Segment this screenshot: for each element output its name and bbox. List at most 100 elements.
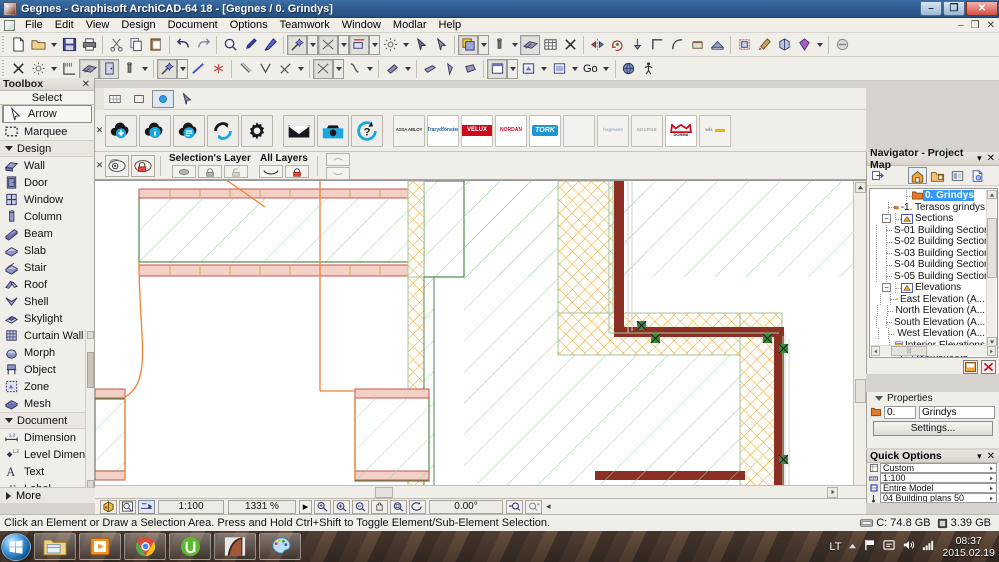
- zoom-value-field[interactable]: 1331 %: [228, 499, 296, 514]
- navigator-tree[interactable]: 0. Grindys -1. Terasos grindys − Section…: [869, 188, 998, 358]
- drawing-canvas[interactable]: [95, 180, 866, 498]
- line-tool-button[interactable]: [188, 59, 208, 79]
- story-settings-button[interactable]: Settings...: [873, 421, 993, 436]
- open-project-caret[interactable]: [48, 35, 59, 55]
- delete-story-button[interactable]: [981, 360, 996, 374]
- taskbar-utorrent[interactable]: [169, 533, 211, 560]
- all-layers-lock-button[interactable]: [284, 165, 309, 178]
- grid-tool-button[interactable]: [540, 35, 560, 55]
- highlight-tab-button[interactable]: [152, 89, 174, 108]
- gem-caret[interactable]: [814, 35, 825, 55]
- wedge-2-button[interactable]: [440, 59, 460, 79]
- taskbar-paint[interactable]: [259, 533, 301, 560]
- menu-item-view[interactable]: View: [80, 18, 116, 32]
- toolbox-item-morph[interactable]: Morph: [0, 344, 94, 361]
- selection-unlock-button[interactable]: [223, 165, 248, 178]
- open-view-button[interactable]: [487, 58, 507, 79]
- layer-lock-button[interactable]: [131, 154, 155, 177]
- toolbox-item-zone[interactable]: Zone: [0, 378, 94, 395]
- brand-logo-assa-abloy[interactable]: ASSA ABLOY: [393, 114, 425, 147]
- elevate-2-caret[interactable]: [139, 59, 150, 79]
- tree-item-s01[interactable]: S-01 Building Section: [872, 224, 990, 237]
- story-name-field[interactable]: Grindys: [919, 405, 995, 419]
- print-button[interactable]: [79, 35, 99, 55]
- scale-select[interactable]: 1:100: [880, 473, 997, 483]
- go-label[interactable]: Go: [580, 63, 601, 75]
- toolbox-item-text[interactable]: A Text: [0, 463, 94, 480]
- zoom-detail-button[interactable]: [119, 499, 136, 514]
- brand-logo-velux[interactable]: VELUX: [461, 114, 493, 147]
- taskbar-media-player[interactable]: [79, 533, 121, 560]
- snap-points-button[interactable]: [8, 59, 28, 79]
- previous-zoom-button[interactable]: [506, 499, 523, 514]
- start-button[interactable]: [1, 532, 31, 561]
- navigator-popup-button[interactable]: [869, 167, 888, 184]
- menu-item-document[interactable]: Document: [162, 18, 224, 32]
- mail-button[interactable]: [283, 114, 315, 147]
- selection-hide-button[interactable]: [171, 165, 196, 178]
- save-project-button[interactable]: [59, 35, 79, 55]
- zoom-in-button[interactable]: [333, 499, 350, 514]
- cloud-download-button[interactable]: [105, 114, 137, 147]
- group-button[interactable]: [734, 35, 754, 55]
- drag-wedge-button[interactable]: [382, 59, 402, 79]
- story-id-field[interactable]: 0.: [884, 405, 916, 419]
- window-minimize-button[interactable]: –: [920, 1, 942, 16]
- angle-value-field[interactable]: 0.00°: [429, 499, 503, 514]
- gem-button[interactable]: [794, 35, 814, 55]
- menu-item-design[interactable]: Design: [115, 18, 161, 32]
- brand-logo-edurne[interactable]: EDURNE: [631, 114, 663, 147]
- language-indicator[interactable]: LT: [829, 541, 841, 553]
- drop-vertical-button[interactable]: [627, 35, 647, 55]
- toolbox-group-document[interactable]: Document: [0, 412, 94, 429]
- paste-button[interactable]: [146, 35, 166, 55]
- tree-expander-minus[interactable]: −: [882, 283, 891, 293]
- drag-element-button[interactable]: [411, 35, 431, 55]
- rotate-button[interactable]: [607, 35, 627, 55]
- layer-extra-2-button[interactable]: [325, 166, 350, 180]
- camera-snapshot-button[interactable]: [317, 114, 349, 147]
- split-caret[interactable]: [338, 34, 349, 55]
- menu-item-modlar[interactable]: Modlar: [387, 18, 433, 32]
- menu-item-window[interactable]: Window: [336, 18, 387, 32]
- tree-item-s05[interactable]: S-05 Building Section: [872, 270, 990, 283]
- window-close-button[interactable]: ✕: [966, 1, 998, 16]
- mirror-button[interactable]: [587, 35, 607, 55]
- open-view-caret[interactable]: [507, 58, 518, 79]
- menu-item-file[interactable]: File: [19, 18, 49, 32]
- cloud-list-button[interactable]: [173, 114, 205, 147]
- toolbox-item-stair[interactable]: Stair: [0, 259, 94, 276]
- sun-settings-2-caret[interactable]: [48, 59, 59, 79]
- toolbox-item-curtain-wall[interactable]: Curtain Wall: [0, 327, 94, 344]
- taskbar-archicad[interactable]: [214, 533, 256, 560]
- scale-value-field[interactable]: 1:100: [158, 499, 224, 514]
- tree-item-terasos-grindys[interactable]: -1. Terasos grindys: [872, 201, 985, 214]
- multiply-caret[interactable]: [478, 34, 489, 55]
- tree-scroll-up-arrow[interactable]: [987, 190, 997, 199]
- tree-item-south-elevation[interactable]: South Elevation (A...: [872, 316, 985, 329]
- quick-options-close-button[interactable]: ✕: [987, 451, 995, 462]
- trim-button[interactable]: [349, 34, 369, 55]
- cloud-info-button[interactable]: [139, 114, 171, 147]
- split-2-caret[interactable]: [333, 58, 344, 79]
- intersect-button[interactable]: [275, 59, 295, 79]
- 3d-cutaway-button[interactable]: [774, 35, 794, 55]
- toolbox-item-level-dimension[interactable]: 1,2 Level Dimens...: [0, 446, 94, 463]
- toolbox-item-dimension[interactable]: 1,2 Dimension: [0, 429, 94, 446]
- toolbox-item-marquee[interactable]: Marquee: [0, 123, 94, 140]
- magic-wand-button[interactable]: [287, 34, 307, 55]
- walkthrough-button[interactable]: [639, 59, 659, 79]
- globe-button[interactable]: [619, 59, 639, 79]
- curve-caret[interactable]: [364, 59, 375, 79]
- window-maximize-button[interactable]: ❐: [943, 1, 965, 16]
- brand-logo-dorma[interactable]: DORMA: [665, 114, 697, 147]
- tree-item-grindys[interactable]: 0. Grindys: [872, 190, 985, 202]
- refresh-sync-button[interactable]: [207, 114, 239, 147]
- tree-hscroll-thumb[interactable]: |||: [891, 346, 927, 356]
- curve-button[interactable]: [344, 59, 364, 79]
- drag-wedge-caret[interactable]: [402, 59, 413, 79]
- tree-scroll-left-arrow[interactable]: [871, 346, 880, 356]
- open-3d-window-button[interactable]: [518, 59, 538, 79]
- layerbar-close-button[interactable]: ✕: [95, 160, 104, 171]
- magic-wand-2-button[interactable]: [157, 58, 177, 79]
